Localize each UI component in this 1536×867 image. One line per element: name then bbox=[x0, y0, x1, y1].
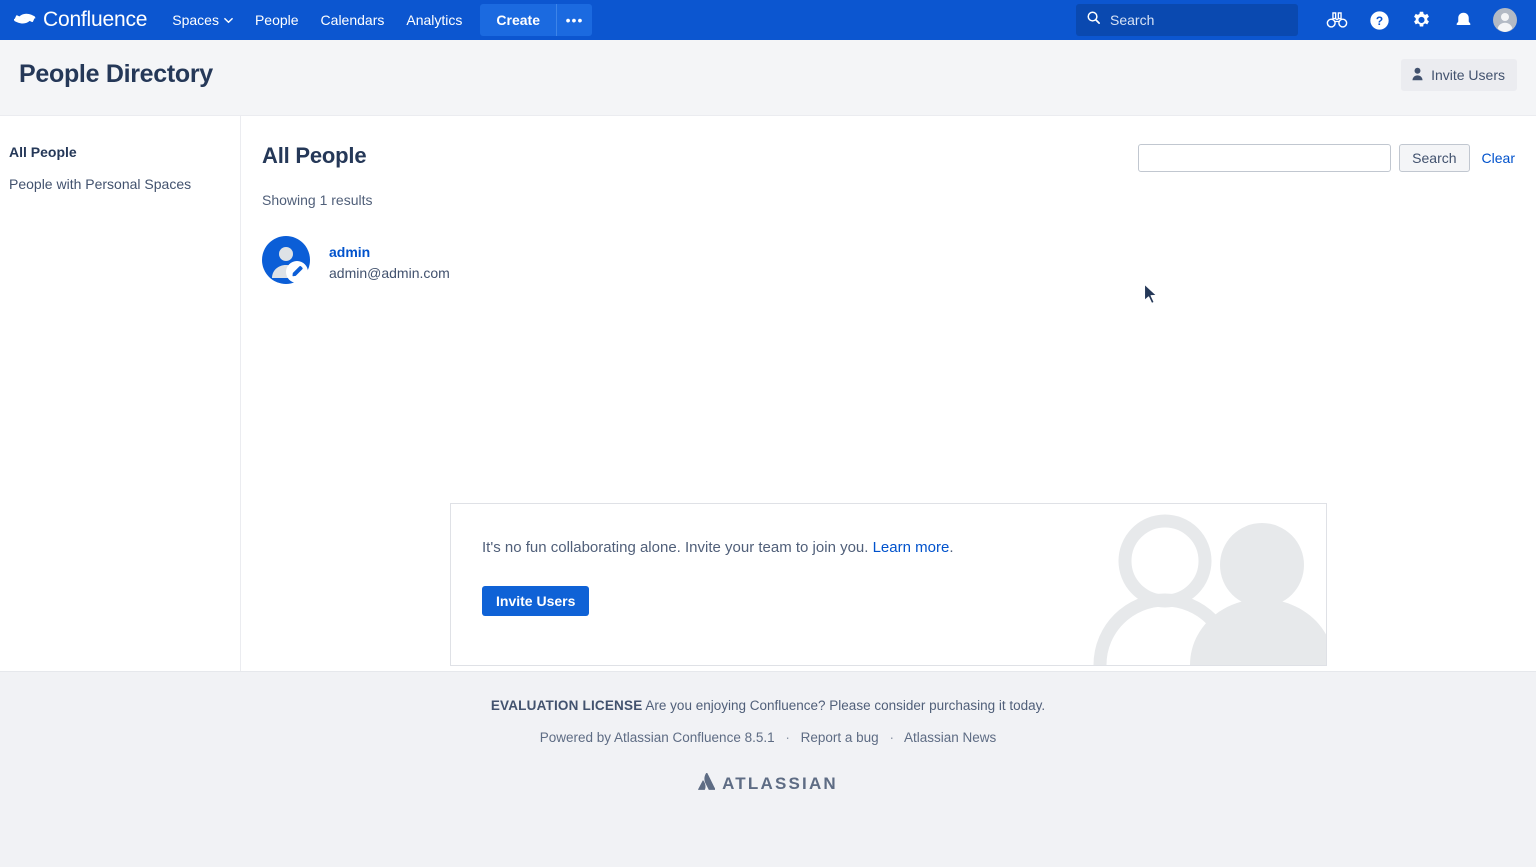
svg-text:?: ? bbox=[1375, 13, 1382, 27]
sidebar-item-all-people[interactable]: All People bbox=[0, 136, 240, 168]
clear-search-link[interactable]: Clear bbox=[1478, 150, 1515, 166]
confluence-logo-icon bbox=[14, 9, 36, 31]
person-email: admin@admin.com bbox=[329, 265, 450, 281]
search-icon bbox=[1086, 10, 1101, 30]
report-a-bug-link[interactable]: Report a bug bbox=[801, 730, 879, 745]
atlassian-branding: ATLASSIAN bbox=[698, 772, 838, 795]
sidebar-item-people-with-personal-spaces[interactable]: People with Personal Spaces bbox=[0, 168, 240, 200]
nav-right-cluster: ? bbox=[1076, 0, 1536, 40]
sidebar-item-all-people-label: All People bbox=[9, 144, 77, 160]
atlassian-wordmark: ATLASSIAN bbox=[722, 774, 838, 793]
sidebar-item-personal-spaces-label: People with Personal Spaces bbox=[9, 176, 192, 192]
binoculars-icon[interactable] bbox=[1320, 3, 1354, 37]
page-title: People Directory bbox=[19, 60, 213, 88]
sidebar: All People People with Personal Spaces bbox=[0, 116, 241, 671]
nav-item-spaces[interactable]: Spaces bbox=[161, 5, 244, 35]
invite-users-header-button[interactable]: Invite Users bbox=[1401, 59, 1517, 91]
content-header: All People Search Clear bbox=[262, 136, 1515, 188]
people-search-row: Search Clear bbox=[1138, 144, 1515, 172]
person-add-icon bbox=[1411, 67, 1424, 84]
create-more-button[interactable]: ••• bbox=[556, 4, 592, 36]
footer-links: Powered by Atlassian Confluence 8.5.1 · … bbox=[0, 730, 1536, 745]
page-footer: EVALUATION LICENSE Are you enjoying Conf… bbox=[0, 671, 1536, 867]
atlassian-logo-icon bbox=[698, 772, 716, 795]
evaluation-license-label: EVALUATION LICENSE bbox=[490, 698, 643, 713]
people-search-input[interactable] bbox=[1138, 144, 1392, 172]
nav-item-calendars-label: Calendars bbox=[320, 12, 385, 28]
invite-panel-text: It's no fun collaborating alone. Invite … bbox=[482, 538, 953, 558]
footer-separator-1: · bbox=[785, 730, 790, 745]
notification-bell-icon[interactable] bbox=[1446, 3, 1480, 37]
gear-icon[interactable] bbox=[1404, 3, 1438, 37]
global-search-box[interactable] bbox=[1076, 4, 1298, 36]
nav-item-people-label: People bbox=[254, 12, 299, 28]
nav-item-calendars[interactable]: Calendars bbox=[310, 5, 396, 35]
user-avatar-edit-icon[interactable] bbox=[262, 236, 310, 289]
person-list-item[interactable]: admin admin@admin.com bbox=[262, 236, 1515, 289]
invite-users-panel: It's no fun collaborating alone. Invite … bbox=[450, 503, 1327, 666]
person-info: admin admin@admin.com bbox=[329, 243, 450, 282]
results-count-text: Showing 1 results bbox=[262, 192, 373, 208]
invite-panel-text-after: . bbox=[949, 539, 954, 556]
top-navigation-bar: Confluence Spaces People Calendars Analy… bbox=[0, 0, 1536, 40]
person-name-link[interactable]: admin bbox=[329, 243, 450, 261]
invite-users-header-label: Invite Users bbox=[1431, 67, 1505, 83]
page-body: All People People with Personal Spaces A… bbox=[0, 116, 1536, 671]
help-icon[interactable]: ? bbox=[1362, 3, 1396, 37]
evaluation-license-text: Are you enjoying Confluence? Please cons… bbox=[642, 698, 1046, 713]
brand-name: Confluence bbox=[43, 8, 148, 31]
invite-users-panel-button[interactable]: Invite Users bbox=[482, 586, 590, 616]
create-button[interactable]: Create bbox=[480, 4, 556, 36]
people-search-button[interactable]: Search bbox=[1399, 144, 1470, 172]
powered-by-text: Powered by Atlassian Confluence 8.5.1 bbox=[539, 730, 775, 745]
evaluation-license-notice: EVALUATION LICENSE Are you enjoying Conf… bbox=[0, 698, 1536, 713]
nav-item-analytics-label: Analytics bbox=[406, 12, 463, 28]
invite-panel-text-before: It's no fun collaborating alone. Invite … bbox=[482, 539, 873, 556]
learn-more-link[interactable]: Learn more bbox=[873, 539, 950, 556]
nav-item-people[interactable]: People bbox=[244, 5, 310, 35]
global-search-input[interactable] bbox=[1110, 12, 1280, 28]
page-header: People Directory Invite Users bbox=[0, 40, 1536, 116]
nav-item-spaces-label: Spaces bbox=[172, 12, 219, 28]
confluence-home-link[interactable]: Confluence bbox=[14, 8, 147, 32]
nav-item-analytics[interactable]: Analytics bbox=[395, 5, 473, 35]
confluence-people-directory-page: Confluence Spaces People Calendars Analy… bbox=[0, 0, 1536, 867]
mouse-cursor bbox=[1143, 283, 1161, 307]
atlassian-news-link[interactable]: Atlassian News bbox=[904, 730, 996, 745]
content-title: All People bbox=[262, 143, 367, 168]
avatar[interactable] bbox=[1488, 3, 1522, 37]
footer-separator-2: · bbox=[889, 730, 894, 745]
chevron-down-icon bbox=[224, 15, 233, 25]
